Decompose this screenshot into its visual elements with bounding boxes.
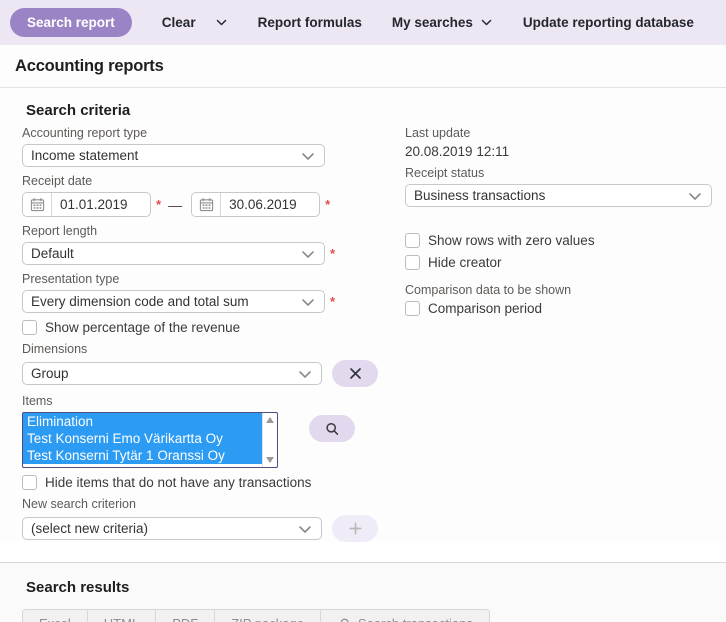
x-icon (349, 368, 361, 379)
zip-package-button[interactable]: ZIP package (215, 610, 321, 622)
chevron-down-icon (302, 250, 314, 258)
clear-dropdown-chevron[interactable] (215, 16, 228, 29)
my-searches-button[interactable]: My searches (392, 15, 493, 30)
dimensions-value: Group (31, 366, 69, 381)
show-percentage-checkbox[interactable] (22, 320, 37, 335)
presentation-type-select[interactable]: Every dimension code and total sum (22, 290, 325, 313)
update-reporting-database-button[interactable]: Update reporting database (523, 15, 694, 30)
date-range-separator: — (168, 196, 183, 213)
chevron-down-icon (302, 152, 314, 160)
receipt-date-to-value[interactable]: 30.06.2019 (221, 197, 297, 212)
hide-creator-checkbox[interactable] (405, 255, 420, 270)
report-type-value: Income statement (31, 148, 139, 163)
chevron-down-icon (299, 525, 312, 533)
export-button-group: Excel HTML PDF ZIP package Search transa… (22, 609, 490, 622)
page-title: Accounting reports (15, 56, 164, 75)
receipt-status-label: Receipt status (405, 166, 485, 180)
chevron-down-icon (689, 192, 701, 200)
new-criterion-label: New search criterion (22, 497, 136, 511)
plus-icon (349, 522, 362, 535)
report-type-label: Accounting report type (22, 126, 148, 140)
search-criteria-heading: Search criteria (26, 102, 131, 119)
presentation-type-label: Presentation type (22, 272, 120, 286)
last-update-value: 20.08.2019 12:11 (405, 144, 510, 159)
items-scrollbar[interactable] (262, 413, 277, 467)
required-asterisk: * (156, 197, 162, 212)
report-formulas-button[interactable]: Report formulas (258, 15, 362, 30)
receipt-date-label: Receipt date (22, 174, 93, 188)
report-type-select[interactable]: Income statement (22, 144, 325, 167)
presentation-type-value: Every dimension code and total sum (31, 294, 249, 309)
hide-creator-label: Hide creator (428, 255, 502, 270)
dimensions-label: Dimensions (22, 342, 88, 356)
show-zero-values-label: Show rows with zero values (428, 233, 595, 248)
toolbar: Search report Clear Report formulas My s… (0, 0, 726, 45)
receipt-date-from-value[interactable]: 01.01.2019 (52, 197, 128, 212)
receipt-date-from-field[interactable]: 01.01.2019 (22, 192, 151, 217)
excel-button[interactable]: Excel (23, 610, 88, 622)
list-item[interactable]: Test Konserni Emo Värikartta Oy (23, 430, 262, 447)
chevron-down-icon (216, 19, 226, 26)
report-length-value: Default (31, 246, 74, 261)
required-asterisk: * (330, 246, 336, 261)
html-button[interactable]: HTML (87, 610, 157, 622)
required-asterisk: * (325, 197, 331, 212)
clear-dimension-button[interactable] (332, 360, 378, 387)
report-length-select[interactable]: Default (22, 242, 325, 265)
dimensions-select[interactable]: Group (22, 362, 323, 385)
search-results-section: Search results Excel HTML PDF ZIP packag… (0, 562, 726, 622)
search-report-button[interactable]: Search report (10, 8, 132, 37)
pdf-button[interactable]: PDF (156, 610, 216, 622)
last-update-label: Last update (405, 126, 471, 140)
comparison-data-label: Comparison data to be shown (405, 283, 572, 297)
hide-items-label: Hide items that do not have any transact… (45, 475, 312, 490)
show-percentage-label: Show percentage of the revenue (45, 320, 241, 335)
scroll-down-icon[interactable] (266, 457, 274, 463)
search-transactions-label: Search transactions (358, 616, 473, 622)
chevron-down-icon (481, 19, 492, 26)
search-icon (340, 618, 349, 622)
add-criterion-button[interactable] (332, 515, 378, 542)
page-header: Accounting reports (0, 45, 726, 88)
list-item[interactable]: Test Konserni Tytär 1 Oranssi Oy (23, 447, 262, 464)
items-search-button[interactable] (309, 415, 355, 442)
scroll-up-icon[interactable] (266, 417, 274, 423)
search-criteria-section: Search criteria Accounting report type I… (0, 88, 726, 542)
new-criterion-select[interactable]: (select new criteria) (22, 517, 323, 540)
new-criterion-value: (select new criteria) (31, 521, 149, 536)
chevron-down-icon (299, 370, 312, 378)
chevron-down-icon (302, 298, 314, 306)
comparison-period-checkbox[interactable] (405, 301, 420, 316)
receipt-status-select[interactable]: Business transactions (405, 184, 712, 207)
search-icon (326, 422, 339, 435)
search-transactions-button[interactable]: Search transactions (320, 610, 489, 622)
receipt-date-to-field[interactable]: 30.06.2019 (191, 192, 321, 217)
required-asterisk: * (330, 294, 336, 309)
items-listbox[interactable]: Elimination Test Konserni Emo Värikartta… (22, 412, 278, 468)
clear-button[interactable]: Clear (162, 15, 196, 30)
items-label: Items (22, 394, 53, 408)
my-searches-label: My searches (391, 15, 473, 30)
calendar-icon[interactable] (192, 193, 222, 216)
search-results-heading: Search results (26, 579, 130, 596)
comparison-period-label: Comparison period (428, 301, 543, 316)
list-item[interactable]: Elimination (23, 413, 262, 430)
report-length-label: Report length (22, 224, 98, 238)
show-zero-values-checkbox[interactable] (405, 233, 420, 248)
receipt-status-value: Business transactions (414, 188, 546, 203)
calendar-icon[interactable] (23, 193, 52, 216)
hide-items-checkbox[interactable] (22, 475, 37, 490)
